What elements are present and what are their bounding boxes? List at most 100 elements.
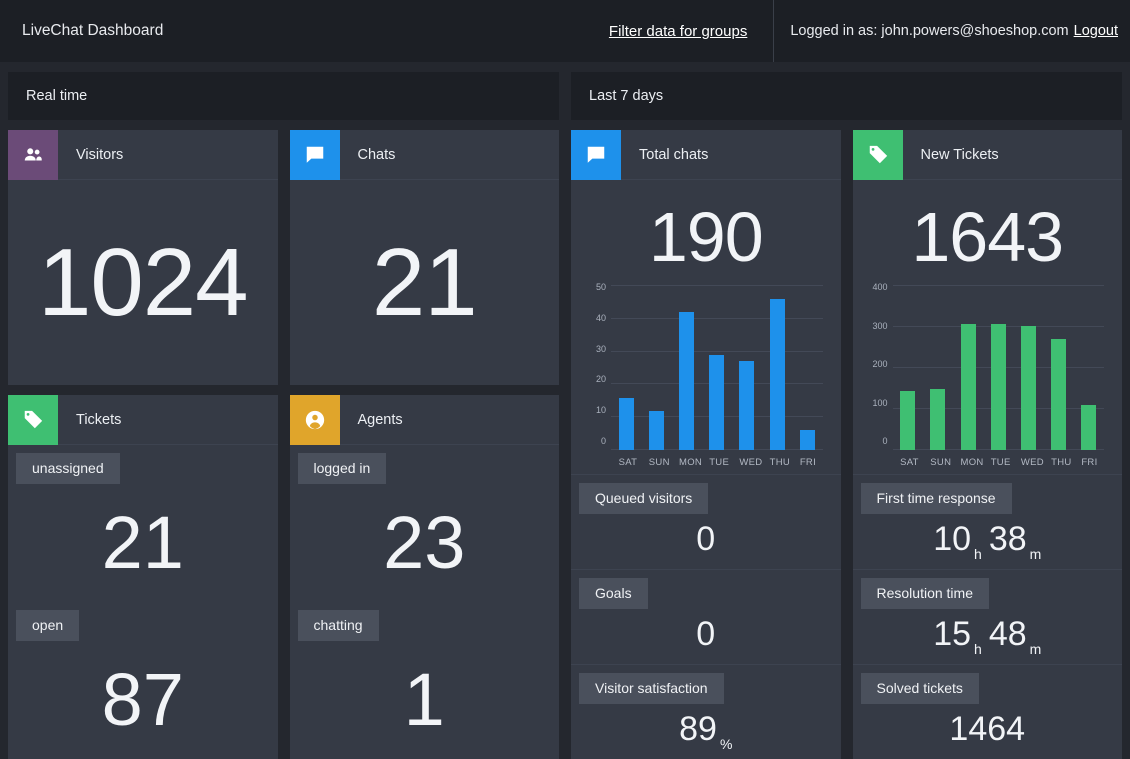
metric-value: 89 % bbox=[571, 701, 841, 756]
metric-label: Resolution time bbox=[861, 578, 990, 609]
realtime-row-bottom: Tickets unassigned 21 open 87 Agents bbox=[8, 395, 559, 759]
metric-first-time-response: First time response 10 h 38 m bbox=[853, 474, 1123, 569]
x-tick-label: SUN bbox=[930, 457, 945, 468]
metric-unit: h bbox=[971, 547, 989, 561]
visitors-card[interactable]: Visitors 1024 bbox=[8, 130, 278, 385]
tickets-card-header: Tickets bbox=[8, 395, 278, 445]
tickets-card-title: Tickets bbox=[58, 412, 121, 428]
logout-link[interactable]: Logout bbox=[1074, 23, 1130, 39]
last7days-section-header: Last 7 days bbox=[571, 72, 1122, 120]
total-chats-card-title: Total chats bbox=[621, 147, 708, 163]
new-tickets-count: 1643 bbox=[853, 180, 1123, 272]
y-tick-label: 100 bbox=[872, 398, 887, 408]
x-tick-label: SAT bbox=[619, 457, 634, 468]
new-tickets-card[interactable]: New Tickets 1643 4003002001000 SATSUNMON… bbox=[853, 130, 1123, 474]
metric-label: Visitor satisfaction bbox=[579, 673, 724, 704]
bar-mon bbox=[679, 312, 694, 450]
metric-label: Solved tickets bbox=[861, 673, 979, 704]
bar-fri bbox=[800, 430, 815, 450]
last7days-row: Total chats 190 50403020100 SATSUNMONTUE… bbox=[571, 130, 1122, 759]
gridline bbox=[611, 318, 823, 319]
tickets-unassigned-block: unassigned 21 bbox=[8, 445, 278, 602]
metric-value: 0 bbox=[571, 511, 841, 566]
total-chats-chart-body: 50403020100 bbox=[581, 286, 823, 450]
bar-sat bbox=[619, 398, 634, 450]
top-bar-right: Filter data for groups Logged in as: joh… bbox=[609, 0, 1130, 62]
bar-mon bbox=[961, 324, 976, 450]
realtime-section-header: Real time bbox=[8, 72, 559, 120]
metric-value: 0 bbox=[571, 606, 841, 661]
tickets-card[interactable]: Tickets unassigned 21 open 87 bbox=[8, 395, 278, 759]
new-tickets-column: New Tickets 1643 4003002001000 SATSUNMON… bbox=[853, 130, 1123, 759]
x-tick-label: FRI bbox=[1081, 457, 1096, 468]
x-tick-label: WED bbox=[739, 457, 754, 468]
agents-loggedin-label: logged in bbox=[298, 453, 387, 484]
metric-number: 10 bbox=[933, 522, 971, 556]
gridline bbox=[611, 351, 823, 352]
metric-unit: h bbox=[971, 642, 989, 656]
y-tick-label: 400 bbox=[872, 282, 887, 292]
y-tick-label: 10 bbox=[596, 405, 606, 415]
metric-label: First time response bbox=[861, 483, 1012, 514]
total-chats-card[interactable]: Total chats 190 50403020100 SATSUNMONTUE… bbox=[571, 130, 841, 474]
total-chats-column: Total chats 190 50403020100 SATSUNMONTUE… bbox=[571, 130, 841, 759]
visitors-count: 1024 bbox=[8, 180, 278, 385]
metric-number-2: 38 bbox=[989, 522, 1027, 556]
metric-queued-visitors: Queued visitors 0 bbox=[571, 474, 841, 569]
total-chats-card-header: Total chats bbox=[571, 130, 841, 180]
bar-thu bbox=[770, 299, 785, 450]
chats-card[interactable]: Chats 21 bbox=[290, 130, 560, 385]
visitors-card-header: Visitors bbox=[8, 130, 278, 180]
bar-sun bbox=[930, 389, 945, 451]
total-chats-chart: 50403020100 SATSUNMONTUEWEDTHUFRI bbox=[571, 272, 841, 474]
bar-tue bbox=[991, 324, 1006, 450]
metric-number-2: 48 bbox=[989, 617, 1027, 651]
gridline bbox=[893, 285, 1105, 286]
metric-label: Goals bbox=[579, 578, 648, 609]
filter-data-for-groups-link[interactable]: Filter data for groups bbox=[609, 23, 773, 40]
bar-thu bbox=[1051, 339, 1066, 450]
x-tick-label: FRI bbox=[800, 457, 815, 468]
realtime-column: Real time Visitors 1024 Cha bbox=[8, 72, 559, 759]
new-tickets-chart-body: 4003002001000 bbox=[863, 286, 1105, 450]
agents-card-title: Agents bbox=[340, 412, 403, 428]
user-icon bbox=[290, 395, 340, 445]
agents-card[interactable]: Agents logged in 23 chatting 1 bbox=[290, 395, 560, 759]
bar-sun bbox=[649, 411, 664, 450]
chats-card-title: Chats bbox=[340, 147, 396, 163]
y-tick-label: 0 bbox=[601, 436, 606, 446]
y-tick-label: 20 bbox=[596, 374, 606, 384]
tickets-unassigned-label: unassigned bbox=[16, 453, 120, 484]
x-tick-label: THU bbox=[770, 457, 785, 468]
visitors-card-title: Visitors bbox=[58, 147, 123, 163]
metric-unit-2: m bbox=[1027, 642, 1042, 656]
agents-chatting-block: chatting 1 bbox=[290, 602, 560, 759]
metric-number: 15 bbox=[933, 617, 971, 651]
x-tick-label: TUE bbox=[991, 457, 1006, 468]
metric-value: 10 h 38 m bbox=[853, 511, 1123, 566]
top-bar: LiveChat Dashboard Filter data for group… bbox=[0, 0, 1130, 62]
tag-icon bbox=[8, 395, 58, 445]
tickets-unassigned-value: 21 bbox=[8, 484, 278, 602]
people-icon bbox=[8, 130, 58, 180]
y-tick-label: 50 bbox=[596, 282, 606, 292]
new-tickets-card-header: New Tickets bbox=[853, 130, 1123, 180]
metric-unit: % bbox=[717, 737, 732, 751]
chat-icon bbox=[571, 130, 621, 180]
x-tick-label: THU bbox=[1051, 457, 1066, 468]
tag-icon bbox=[853, 130, 903, 180]
y-tick-label: 200 bbox=[872, 359, 887, 369]
total-chats-x-axis: SATSUNMONTUEWEDTHUFRI bbox=[581, 450, 823, 468]
gridline bbox=[611, 285, 823, 286]
last7days-section-title: Last 7 days bbox=[589, 88, 663, 104]
agents-loggedin-block: logged in 23 bbox=[290, 445, 560, 602]
chats-count: 21 bbox=[290, 180, 560, 385]
bar-wed bbox=[1021, 326, 1036, 450]
app-title: LiveChat Dashboard bbox=[0, 22, 163, 40]
chat-icon bbox=[290, 130, 340, 180]
metric-number: 0 bbox=[696, 522, 715, 556]
tickets-open-block: open 87 bbox=[8, 602, 278, 759]
y-tick-label: 300 bbox=[872, 321, 887, 331]
metric-goals: Goals 0 bbox=[571, 569, 841, 664]
x-tick-label: WED bbox=[1021, 457, 1036, 468]
